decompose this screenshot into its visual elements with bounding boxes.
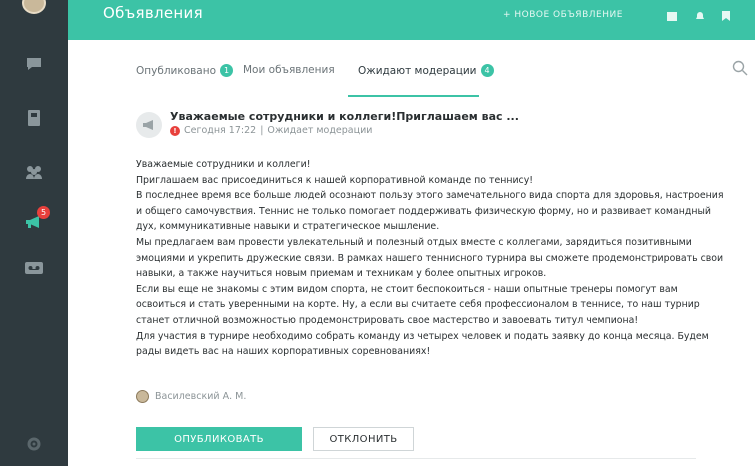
post-line: Если вы еще не знакомы с этим видом спор…	[136, 283, 678, 295]
divider	[136, 458, 696, 459]
post-line: станет отличной возможностью продемонстр…	[136, 314, 639, 326]
chat-icon	[27, 58, 41, 70]
sidebar-item-announcements[interactable]	[0, 202, 68, 242]
top-bar: Объявления + НОВОЕ ОБЪЯВЛЕНИЕ	[68, 0, 755, 40]
alert-icon: !	[170, 125, 180, 136]
meta-separator: |	[260, 125, 264, 136]
bookmark-icon[interactable]	[720, 10, 732, 22]
search-icon[interactable]	[732, 60, 748, 76]
reject-button[interactable]: ОТКЛОНИТЬ	[313, 427, 414, 451]
sidebar-item-people[interactable]	[0, 152, 68, 192]
gear-icon	[27, 437, 41, 451]
voicemail-icon	[25, 262, 43, 274]
megaphone-icon	[136, 112, 162, 138]
post-line: и общего самочувствия. Теннис не только …	[136, 205, 711, 217]
page-title: Объявления	[103, 4, 203, 22]
people-icon	[26, 166, 42, 179]
post-line: В последнее время все больше людей осозн…	[136, 190, 724, 202]
tab-my-announcements[interactable]: Мои объявления	[243, 64, 335, 76]
tabs: Опубликовано 1 Мои объявления Ожидают мо…	[68, 40, 755, 98]
sidebar-item-book[interactable]	[0, 98, 68, 138]
post-time: Сегодня 17:22	[184, 125, 257, 136]
user-avatar[interactable]	[22, 0, 46, 14]
announcements-badge: 5	[37, 206, 50, 219]
post-line: дух, коммуникативные навыки и стратегиче…	[136, 221, 440, 233]
new-announcement-button[interactable]: + НОВОЕ ОБЪЯВЛЕНИЕ	[503, 10, 623, 20]
post-author[interactable]: Василевский А. М.	[136, 390, 246, 403]
post-line: Приглашаем вас присоединиться к нашей ко…	[136, 174, 534, 186]
tab-published[interactable]: Опубликовано 1	[136, 64, 234, 77]
tab-badge: 4	[480, 64, 494, 77]
post-status: Ожидает модерации	[267, 125, 373, 136]
sidebar-item-settings[interactable]	[0, 424, 68, 464]
post-line: Для участия в турнире необходимо собрать…	[136, 330, 709, 342]
tab-label: Ожидают модерации	[358, 64, 477, 77]
tab-pending-moderation[interactable]: Ожидают модерации 4	[358, 64, 494, 77]
post-title[interactable]: Уважаемые сотрудники и коллеги!Приглашае…	[170, 110, 519, 123]
post-line: рады видеть вас на наших корпоративных с…	[136, 346, 431, 358]
book-icon	[28, 110, 40, 126]
author-avatar	[136, 390, 149, 403]
author-name: Василевский А. М.	[155, 391, 247, 402]
sidebar: 5	[0, 0, 68, 466]
post-header: Уважаемые сотрудники и коллеги!Приглашае…	[136, 108, 706, 142]
post-line: освоиться и стать уверенными на корте. Н…	[136, 299, 700, 311]
tab-label: Опубликовано	[136, 64, 217, 77]
bell-icon[interactable]	[694, 10, 706, 22]
post-line: навыки, а также научиться новым приемам …	[136, 268, 547, 280]
post-body: Уважаемые сотрудники и коллеги! Приглаша…	[136, 157, 724, 360]
calendar-icon[interactable]	[666, 10, 678, 22]
tab-label: Мои объявления	[243, 64, 335, 76]
post-line: эмоциями и укрепить дружеские связи. В р…	[136, 252, 724, 264]
sidebar-item-chat[interactable]	[0, 44, 68, 84]
post-line: Мы предлагаем вам провести увлекательный…	[136, 236, 692, 248]
tab-badge: 1	[220, 64, 234, 77]
active-tab-indicator	[348, 95, 479, 97]
post-line: Уважаемые сотрудники и коллеги!	[136, 159, 311, 170]
sidebar-item-voicemail[interactable]	[0, 248, 68, 288]
post-meta: ! Сегодня 17:22 | Ожидает модерации	[170, 125, 372, 136]
publish-button[interactable]: ОПУБЛИКОВАТЬ	[136, 427, 302, 451]
